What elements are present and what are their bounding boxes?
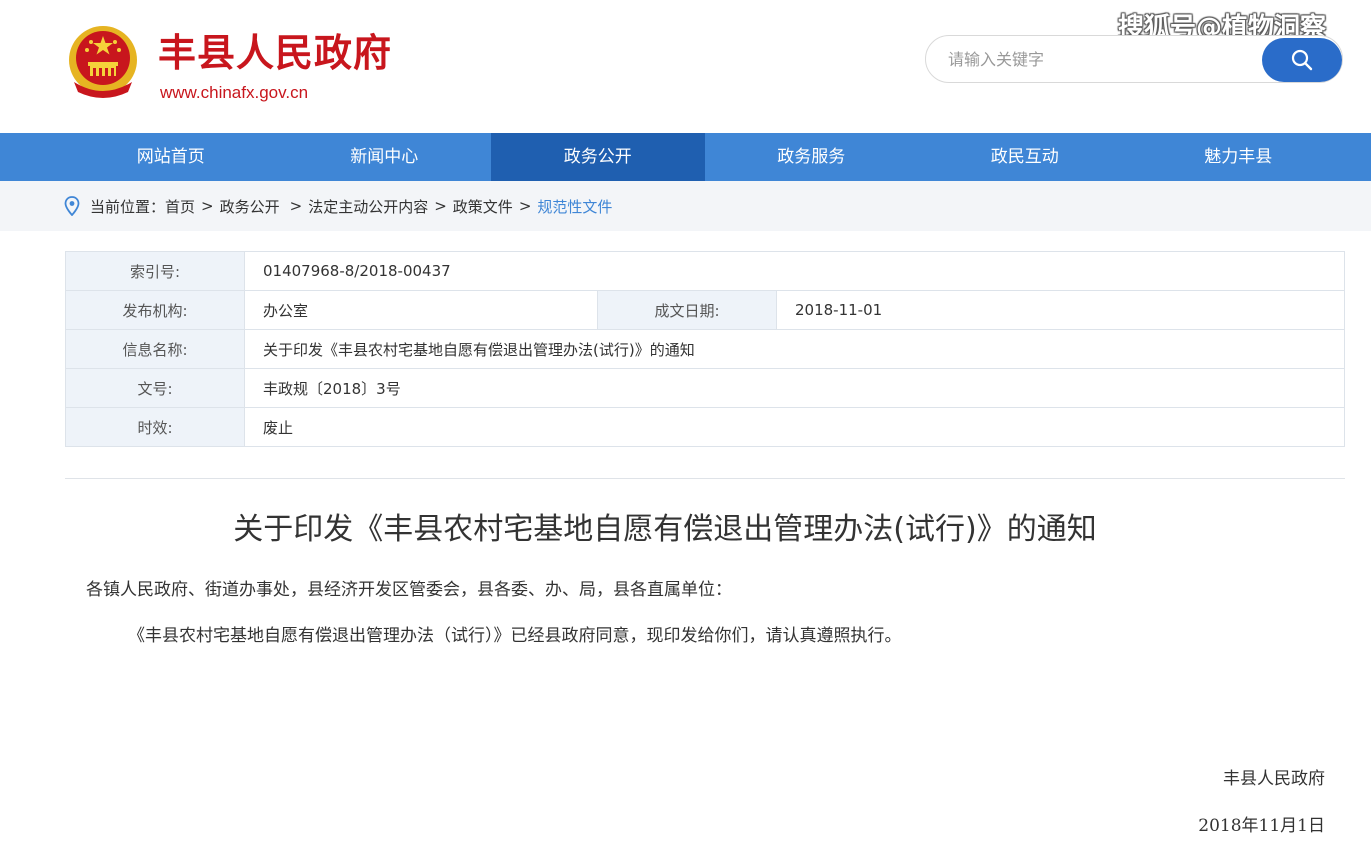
nav-item-charm[interactable]: 魅力丰县: [1132, 133, 1346, 181]
article-signatory: 丰县人民政府: [1223, 769, 1325, 789]
national-emblem-icon: [69, 26, 137, 98]
site-title[interactable]: 丰县人民政府: [158, 30, 392, 76]
article-recipients: 各镇人民政府、街道办事处，县经济开发区管委会，县各委、办、局，县各直属单位：: [86, 580, 732, 600]
breadcrumb-gov-affairs[interactable]: 政务公开: [220, 196, 280, 217]
index-value: 01407968-8/2018-00437: [244, 251, 1345, 291]
date-value: 2018-11-01: [776, 290, 1345, 330]
name-label: 信息名称:: [65, 329, 245, 369]
breadcrumb-bar: 当前位置： 首页 > 政务公开 > 法定主动公开内容 > 政策文件 > 规范性文…: [0, 181, 1371, 231]
nav-item-gov-services[interactable]: 政务服务: [705, 133, 919, 181]
breadcrumb-policy[interactable]: 政策文件: [453, 196, 513, 217]
breadcrumb-current[interactable]: 规范性文件: [537, 196, 612, 217]
article-sign-date: 2018年11月1日: [1198, 816, 1325, 836]
search-icon: [1291, 49, 1313, 71]
name-value: 关于印发《丰县农村宅基地自愿有偿退出管理办法(试行)》的通知: [244, 329, 1345, 369]
index-label: 索引号:: [65, 251, 245, 291]
document-info-table: 索引号: 01407968-8/2018-00437 发布机构: 办公室 成文日…: [65, 251, 1345, 447]
article-body: 《丰县农村宅基地自愿有偿退出管理办法（试行）》已经县政府同意，现印发给你们，请认…: [128, 626, 902, 646]
search-box: [925, 35, 1343, 83]
search-button[interactable]: [1262, 38, 1342, 82]
status-label: 时效:: [65, 407, 245, 447]
docno-label: 文号:: [65, 368, 245, 408]
publisher-value: 办公室: [244, 290, 598, 330]
article-title: 关于印发《丰县农村宅基地自愿有偿退出管理办法(试行)》的通知: [233, 512, 1097, 547]
breadcrumb-statutory[interactable]: 法定主动公开内容: [308, 196, 428, 217]
nav-item-news[interactable]: 新闻中心: [278, 133, 492, 181]
main-nav: 网站首页 新闻中心 政务公开 政务服务 政民互动 魅力丰县: [0, 133, 1371, 181]
site-url[interactable]: www.chinafx.gov.cn: [160, 83, 308, 103]
divider: [65, 478, 1345, 479]
location-pin-icon: [64, 196, 80, 216]
publisher-label: 发布机构:: [65, 290, 245, 330]
nav-item-gov-affairs[interactable]: 政务公开: [491, 133, 705, 181]
breadcrumb: 当前位置： 首页 > 政务公开 > 法定主动公开内容 > 政策文件 > 规范性文…: [64, 181, 612, 231]
docno-value: 丰政规〔2018〕3号: [244, 368, 1345, 408]
breadcrumb-prefix: 当前位置：: [90, 197, 166, 216]
nav-item-home[interactable]: 网站首页: [64, 133, 278, 181]
breadcrumb-home[interactable]: 首页: [165, 196, 195, 217]
search-input[interactable]: [948, 36, 1248, 82]
status-value: 废止: [244, 407, 1345, 447]
date-label: 成文日期:: [597, 290, 777, 330]
site-header: 丰县人民政府 www.chinafx.gov.cn 搜狐号@植物洞察: [0, 0, 1371, 133]
nav-item-interaction[interactable]: 政民互动: [918, 133, 1132, 181]
